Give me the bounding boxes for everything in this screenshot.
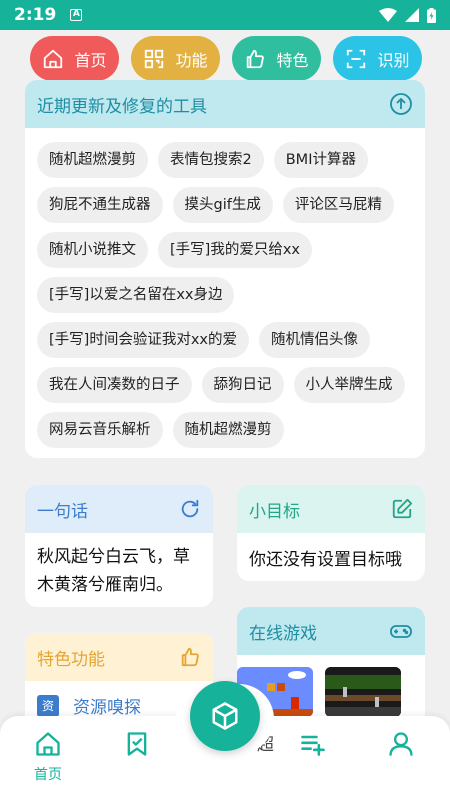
thumbs-up-icon [247, 49, 265, 68]
goal-header: 小目标 [237, 485, 425, 533]
quote-title: 一句话 [37, 501, 88, 522]
scan-pill-label: 识别 [377, 50, 410, 70]
edit-icon[interactable] [391, 498, 413, 520]
notification-icon: A [70, 9, 83, 21]
quick-actions: 首页 功能 特色 识别 [30, 36, 422, 81]
resource-badge-icon: 资 [37, 694, 59, 717]
nav-home[interactable]: 首页 [18, 730, 78, 784]
nav-bookmark[interactable] [107, 730, 167, 758]
status-icons [379, 7, 436, 23]
home-icon [44, 49, 63, 68]
wifi-icon [379, 8, 397, 22]
tool-tag[interactable]: 我在人间凑数的日子 [37, 367, 192, 403]
center-cube-button[interactable] [190, 681, 260, 751]
tool-tag[interactable]: 评论区马屁精 [282, 187, 394, 223]
scan-icon [347, 49, 366, 68]
playlist-add-icon [301, 735, 325, 756]
goal-title: 小目标 [249, 501, 300, 522]
cube-icon [212, 702, 238, 730]
goal-text: 你还没有设置目标哦 [249, 550, 402, 570]
status-time: 2:19 [14, 5, 57, 25]
feature-header: 特色功能 [25, 633, 213, 681]
nav-playlist[interactable] [283, 730, 343, 758]
quote-text: 秋风起兮白云飞，草木黄落兮雁南归。 [37, 547, 190, 595]
tool-tag[interactable]: 随机超燃漫剪 [172, 412, 284, 448]
games-title: 在线游戏 [249, 623, 317, 644]
function-pill-label: 功能 [175, 50, 208, 70]
tool-tag[interactable]: 狗屁不通生成器 [37, 187, 163, 223]
arrow-up-circle-icon[interactable] [389, 92, 413, 116]
feature-item-label: 资源嗅探 [73, 698, 141, 718]
tool-tag[interactable]: 舔狗日记 [201, 367, 284, 403]
quote-card: 一句话 秋风起兮白云飞，草木黄落兮雁南归。 [25, 485, 213, 607]
games-header: 在线游戏 [237, 607, 425, 655]
scan-pill-button[interactable]: 识别 [333, 36, 422, 81]
tool-tag[interactable]: [手写]我的爱只给xx [158, 232, 312, 268]
home-pill-button[interactable]: 首页 [30, 36, 119, 81]
tool-tag[interactable]: 网易云音乐解析 [37, 412, 163, 448]
recent-tools-header: 近期更新及修复的工具 [25, 80, 425, 128]
feature-title: 特色功能 [37, 649, 105, 670]
bookmark-check-icon [127, 732, 147, 756]
tool-tag[interactable]: 表情包搜索2 [158, 142, 264, 178]
battery-icon [427, 7, 436, 23]
game-thumbnail[interactable] [325, 667, 401, 717]
goal-card: 小目标 你还没有设置目标哦 [237, 485, 425, 581]
tool-tag[interactable]: [手写]时间会验证我对xx的爱 [37, 322, 249, 358]
quote-header: 一句话 [25, 485, 213, 533]
tool-tag[interactable]: 随机超燃漫剪 [37, 142, 148, 178]
tool-tag[interactable]: 随机小说推文 [37, 232, 148, 268]
home-pill-label: 首页 [74, 50, 107, 70]
tool-tag[interactable]: [手写]以爱之名留在xx身边 [37, 277, 235, 313]
refresh-icon[interactable] [179, 498, 201, 520]
tool-tag[interactable]: 随机情侣头像 [258, 322, 370, 358]
recent-tools-card: 近期更新及修复的工具 随机超燃漫剪 表情包搜索2 BMI计算器 狗屁不通生成器 … [25, 80, 425, 458]
home-icon [36, 732, 60, 756]
function-pill-button[interactable]: 功能 [131, 36, 220, 81]
special-pill-label: 特色 [276, 50, 309, 70]
thumbs-up-icon [181, 647, 199, 667]
special-pill-button[interactable]: 特色 [232, 36, 321, 81]
status-bar: 2:19 A [0, 0, 450, 30]
tool-tag[interactable]: 摸头gif生成 [172, 187, 273, 223]
gamepad-icon [390, 625, 412, 638]
qr-grid-icon [145, 49, 164, 68]
recent-tools-title: 近期更新及修复的工具 [37, 96, 207, 117]
signal-icon [405, 8, 419, 22]
tool-tag[interactable]: BMI计算器 [273, 142, 368, 178]
nav-home-label: 首页 [34, 767, 62, 783]
tool-tag-list: 随机超燃漫剪 表情包搜索2 BMI计算器 狗屁不通生成器 摸头gif生成 评论区… [25, 128, 425, 448]
user-icon [389, 732, 413, 756]
nav-profile[interactable] [371, 730, 431, 758]
tool-tag[interactable]: 小人举牌生成 [293, 367, 405, 403]
